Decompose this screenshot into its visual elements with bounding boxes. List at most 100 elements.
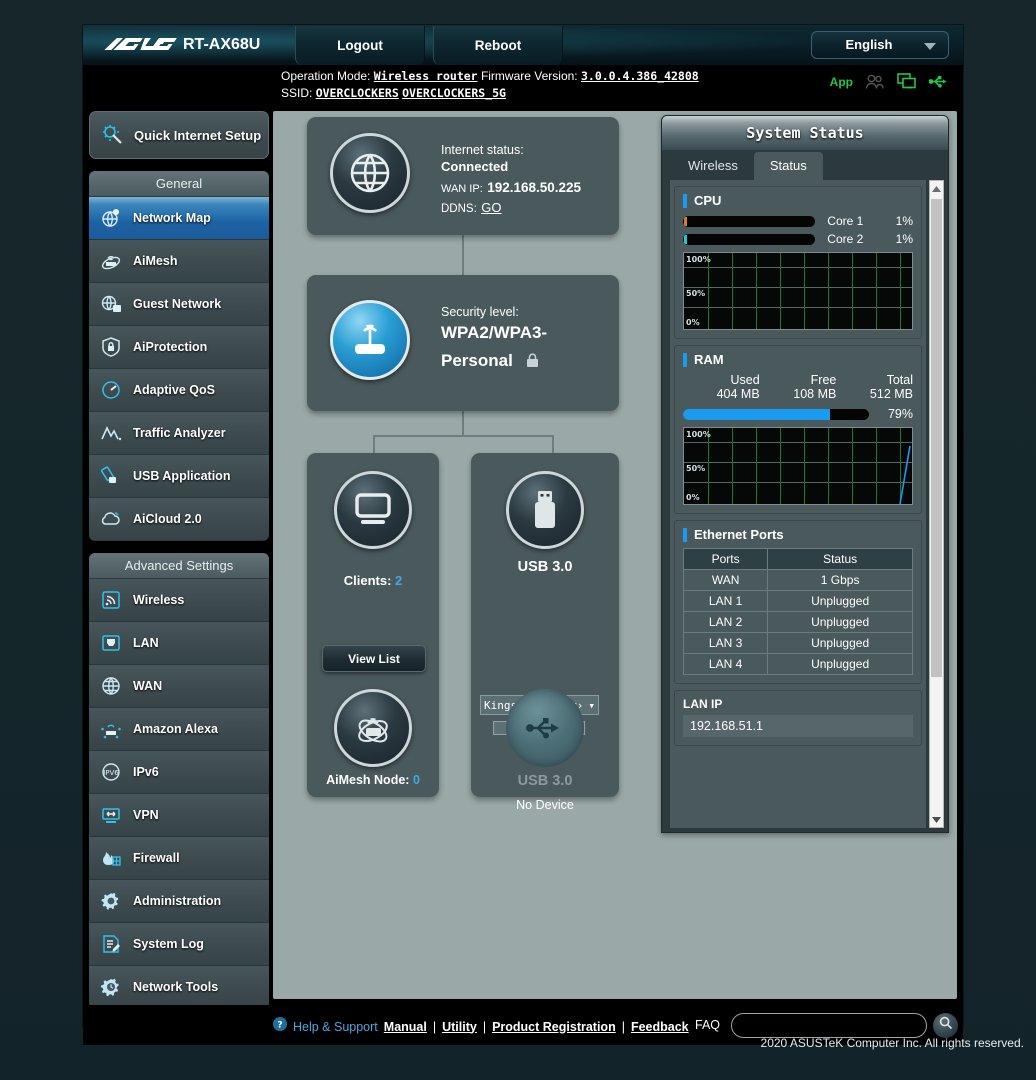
col-ports: Ports bbox=[684, 549, 768, 570]
globe-icon bbox=[89, 675, 133, 697]
sidebar-item-wan[interactable]: WAN bbox=[89, 665, 269, 708]
usb-port2-status: No Device bbox=[471, 798, 619, 812]
system-status-body: CPU Core 1 1% Core 2 1% bbox=[670, 180, 926, 828]
sidebar-item-ipv6[interactable]: IPV6 IPv6 bbox=[89, 751, 269, 794]
sidebar-item-usb-application[interactable]: USB Application bbox=[89, 455, 269, 498]
aimesh-icon bbox=[89, 250, 133, 272]
ddns-go-link[interactable]: GO bbox=[481, 200, 501, 215]
sidebar-item-aimesh[interactable]: AiMesh bbox=[89, 240, 269, 283]
ram-used-value: 404 MB bbox=[683, 387, 760, 401]
table-row: LAN 2 Unplugged bbox=[684, 612, 913, 633]
ram-values-row: 404 MB 108 MB 512 MB bbox=[683, 387, 913, 401]
cpu-card: CPU Core 1 1% Core 2 1% bbox=[674, 186, 922, 339]
language-selector[interactable]: English bbox=[811, 31, 949, 59]
sidebar-item-traffic-analyzer[interactable]: Traffic Analyzer bbox=[89, 412, 269, 455]
monitors-icon[interactable] bbox=[897, 73, 917, 90]
accent-bar bbox=[683, 194, 687, 208]
view-list-button[interactable]: View List bbox=[322, 645, 426, 672]
ram-total-label: Total bbox=[836, 373, 913, 387]
help-icon: ? bbox=[273, 1017, 287, 1036]
quick-internet-setup-button[interactable]: Quick Internet Setup bbox=[89, 111, 269, 159]
security-level-label: Security level: bbox=[441, 305, 519, 319]
col-status: Status bbox=[768, 549, 913, 570]
footer-links: ? Help & Support Manual | Utility | Prod… bbox=[273, 1017, 689, 1036]
tab-wireless[interactable]: Wireless bbox=[672, 152, 754, 180]
help-support-label: Help & Support bbox=[293, 1020, 378, 1034]
wan-ip-label: WAN IP: bbox=[441, 183, 483, 195]
ssid-5g-value[interactable]: OVERCLOCKERS_5G bbox=[402, 86, 506, 100]
link-feedback[interactable]: Feedback bbox=[631, 1020, 689, 1034]
app-link[interactable]: App bbox=[830, 75, 853, 89]
sidebar-item-amazon-alexa[interactable]: Amazon Alexa bbox=[89, 708, 269, 751]
sidebar-item-vpn[interactable]: VPN bbox=[89, 794, 269, 837]
asus-logo bbox=[98, 34, 178, 60]
sidebar-item-lan[interactable]: LAN bbox=[89, 622, 269, 665]
ethernet-ports-card: Ethernet Ports Ports Status WAN 1 Gbps bbox=[674, 520, 922, 684]
search-button[interactable] bbox=[933, 1013, 958, 1038]
ram-free-label: Free bbox=[760, 373, 837, 387]
usb-port1-label: USB 3.0 bbox=[471, 559, 619, 575]
sidebar-label: IPv6 bbox=[133, 765, 159, 779]
system-status-scrollbar[interactable] bbox=[929, 180, 944, 828]
sidebar-item-network-tools[interactable]: Network Tools bbox=[89, 966, 269, 1009]
table-row: LAN 4 Unplugged bbox=[684, 654, 913, 675]
ram-used-label: Used bbox=[683, 373, 760, 387]
language-selector-value: English bbox=[812, 37, 926, 52]
tab-status[interactable]: Status bbox=[754, 152, 823, 180]
port-status: Unplugged bbox=[768, 591, 913, 612]
info-line-operation: Operation Mode: Wireless router Firmware… bbox=[281, 69, 699, 83]
security-level-node[interactable]: Security level: WPA2/WPA3- Personal bbox=[307, 275, 619, 411]
ddns-label: DDNS: bbox=[441, 203, 477, 215]
sidebar-item-aiprotection[interactable]: AiProtection bbox=[89, 326, 269, 369]
sidebar-item-aicloud[interactable]: AiCloud 2.0 bbox=[89, 498, 269, 541]
clients-count-row: Clients: 2 bbox=[307, 573, 439, 588]
scroll-up-arrow[interactable] bbox=[930, 181, 943, 196]
reboot-button[interactable]: Reboot bbox=[433, 26, 563, 65]
sidebar-item-adaptive-qos[interactable]: Adaptive QoS bbox=[89, 369, 269, 412]
logout-button[interactable]: Logout bbox=[295, 26, 425, 65]
operation-mode-value[interactable]: Wireless router bbox=[374, 69, 478, 83]
scrollbar-thumb[interactable] bbox=[931, 199, 942, 677]
users-icon[interactable] bbox=[865, 74, 885, 90]
link-utility[interactable]: Utility bbox=[442, 1020, 477, 1034]
system-status-tabs: Wireless Status bbox=[672, 152, 823, 180]
sidebar-item-system-log[interactable]: System Log bbox=[89, 923, 269, 966]
sidebar-item-firewall[interactable]: Firewall bbox=[89, 837, 269, 880]
cpu-title-row: CPU bbox=[683, 193, 913, 208]
core1-label: Core 1 bbox=[827, 214, 881, 228]
faq-label: FAQ bbox=[695, 1018, 720, 1032]
faq-search-input[interactable] bbox=[731, 1013, 927, 1038]
link-product-registration[interactable]: Product Registration bbox=[492, 1020, 616, 1034]
quick-setup-icon bbox=[90, 123, 134, 147]
usb-port2-icon bbox=[506, 689, 584, 767]
table-row: LAN 3 Unplugged bbox=[684, 633, 913, 654]
sidebar: Quick Internet Setup General Network Map bbox=[89, 111, 269, 1009]
scroll-down-arrow[interactable] bbox=[930, 812, 943, 827]
router-icon bbox=[330, 300, 410, 380]
usb-drive-icon bbox=[506, 471, 584, 549]
internet-status-node[interactable]: Internet status: Connected WAN IP: 192.1… bbox=[307, 117, 619, 235]
cpu-core-row: Core 2 1% bbox=[683, 232, 913, 246]
copyright-text: 2020 ASUSTeK Computer Inc. All rights re… bbox=[0, 1036, 1024, 1050]
network-map: Internet status: Connected WAN IP: 192.1… bbox=[273, 111, 663, 811]
chevron-down-icon bbox=[924, 43, 936, 50]
sidebar-item-guest-network[interactable]: Guest Network bbox=[89, 283, 269, 326]
ssid-24-value[interactable]: OVERCLOCKERS bbox=[316, 86, 399, 100]
usb-node[interactable]: USB 3.0 Kingston Hyper› ▾ bbox=[471, 453, 619, 797]
ram-usage-row: 79% bbox=[683, 407, 913, 421]
link-to-clients bbox=[373, 435, 375, 453]
sidebar-item-administration[interactable]: Administration bbox=[89, 880, 269, 923]
sidebar-item-network-map[interactable]: Network Map bbox=[89, 197, 269, 240]
sidebar-label: LAN bbox=[133, 636, 159, 650]
clients-node[interactable]: Clients: 2 View List AiMesh Node: bbox=[307, 453, 439, 797]
usb-icon[interactable] bbox=[929, 74, 949, 89]
sidebar-item-wireless[interactable]: Wireless bbox=[89, 579, 269, 622]
ram-graph-line bbox=[898, 428, 912, 504]
ram-card: RAM Used Free Total 404 MB 108 MB 512 MB bbox=[674, 345, 922, 514]
router-admin-window: RT-AX68U Logout Reboot English Operation… bbox=[82, 24, 964, 1028]
link-manual[interactable]: Manual bbox=[384, 1020, 427, 1034]
cpu-core-row: Core 1 1% bbox=[683, 214, 913, 228]
firmware-version-value[interactable]: 3.0.0.4.386_42808 bbox=[581, 69, 699, 83]
port-name: LAN 2 bbox=[684, 612, 768, 633]
sidebar-label: AiMesh bbox=[133, 254, 177, 268]
